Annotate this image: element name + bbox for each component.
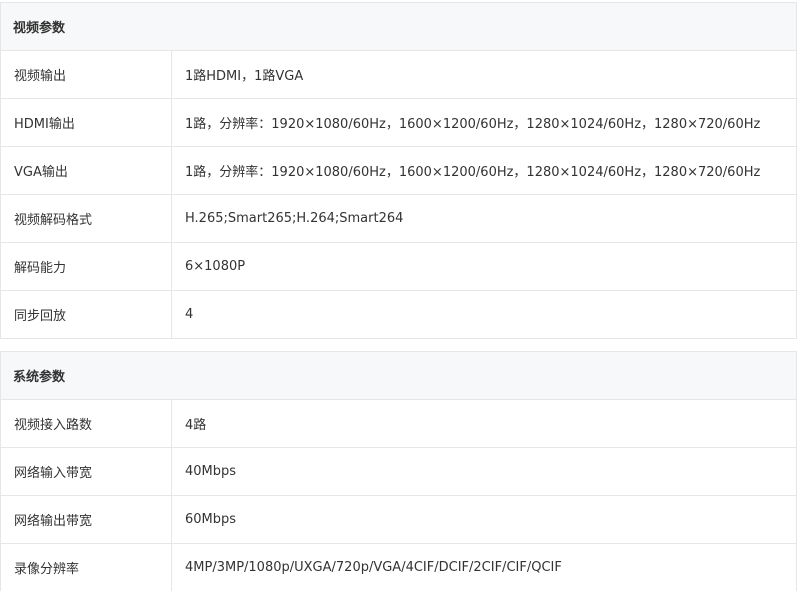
row-value: H.265;Smart265;H.264;Smart264	[185, 211, 404, 226]
row-value: 4路	[185, 418, 207, 433]
row-label: 解码能力	[1, 243, 172, 290]
row-label: HDMI输出	[1, 99, 172, 146]
row-label: 视频接入路数	[1, 400, 172, 447]
table-row: 视频解码格式 H.265;Smart265;H.264;Smart264	[1, 195, 796, 243]
row-value: 6×1080P	[185, 259, 246, 274]
row-value: 60Mbps	[185, 512, 237, 527]
row-label: 网络输入带宽	[1, 448, 172, 495]
table-row: 同步回放 4	[1, 291, 796, 339]
table-row: 网络输入带宽 40Mbps	[1, 448, 796, 496]
section-title: 系统参数	[1, 352, 796, 400]
row-label: 录像分辨率	[1, 544, 172, 591]
table-row: 视频接入路数 4路	[1, 400, 796, 448]
row-value: 4MP/3MP/1080p/UXGA/720p/VGA/4CIF/DCIF/2C…	[185, 560, 562, 575]
row-label: 同步回放	[1, 291, 172, 338]
row-value: 4	[185, 307, 194, 322]
table-row: HDMI输出 1路，分辨率：1920×1080/60Hz，1600×1200/6…	[1, 99, 796, 147]
table-row: 视频输出 1路HDMI，1路VGA	[1, 51, 796, 99]
system-params-section: 系统参数 视频接入路数 4路 网络输入带宽 40Mbps 网络输出带宽 60Mb…	[0, 351, 797, 591]
spec-page: 视频参数 视频输出 1路HDMI，1路VGA HDMI输出 1路，分辨率：192…	[0, 0, 798, 591]
row-label: VGA输出	[1, 147, 172, 194]
row-value: 1路，分辨率：1920×1080/60Hz，1600×1200/60Hz，128…	[185, 117, 761, 132]
row-value: 1路HDMI，1路VGA	[185, 69, 304, 84]
row-label: 视频解码格式	[1, 195, 172, 242]
table-row: 解码能力 6×1080P	[1, 243, 796, 291]
table-row: 录像分辨率 4MP/3MP/1080p/UXGA/720p/VGA/4CIF/D…	[1, 544, 796, 591]
section-title: 视频参数	[1, 3, 796, 51]
row-value: 1路，分辨率：1920×1080/60Hz，1600×1200/60Hz，128…	[185, 165, 761, 180]
row-label: 网络输出带宽	[1, 496, 172, 543]
row-value: 40Mbps	[185, 464, 237, 479]
row-label: 视频输出	[1, 51, 172, 98]
table-row: 网络输出带宽 60Mbps	[1, 496, 796, 544]
table-row: VGA输出 1路，分辨率：1920×1080/60Hz，1600×1200/60…	[1, 147, 796, 195]
video-params-section: 视频参数 视频输出 1路HDMI，1路VGA HDMI输出 1路，分辨率：192…	[0, 2, 797, 339]
